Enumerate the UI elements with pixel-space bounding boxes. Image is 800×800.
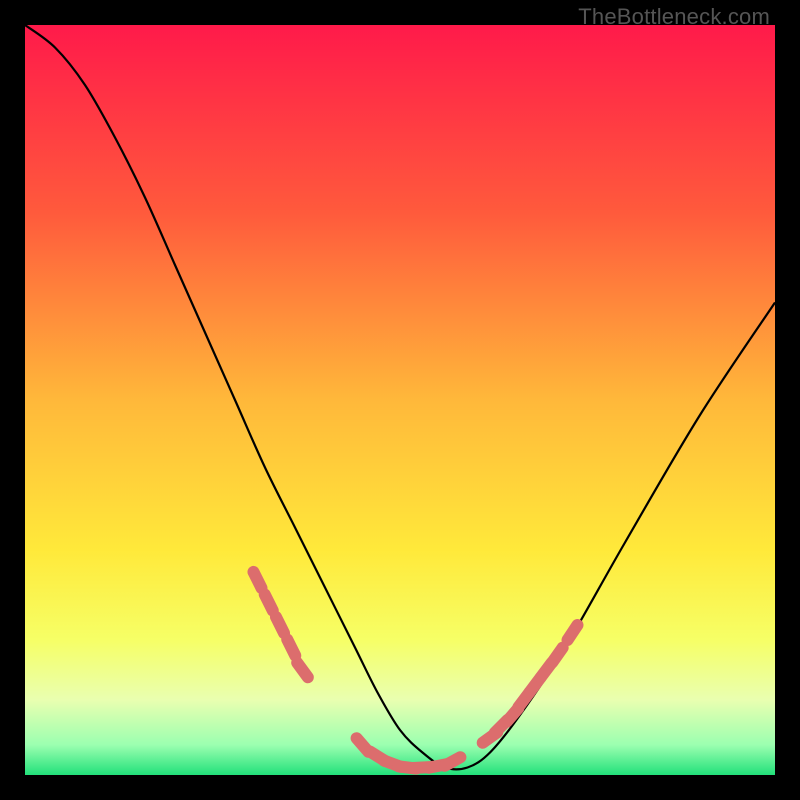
gradient-background — [25, 25, 775, 775]
marker-point — [265, 594, 273, 610]
marker-point — [276, 617, 284, 633]
chart-svg — [25, 25, 775, 775]
plot-area — [25, 25, 775, 775]
marker-point — [568, 625, 578, 640]
marker-point — [445, 757, 461, 766]
marker-point — [287, 639, 295, 655]
chart-root: TheBottleneck.com — [0, 0, 800, 800]
marker-point — [253, 572, 261, 588]
marker-point — [552, 648, 562, 663]
